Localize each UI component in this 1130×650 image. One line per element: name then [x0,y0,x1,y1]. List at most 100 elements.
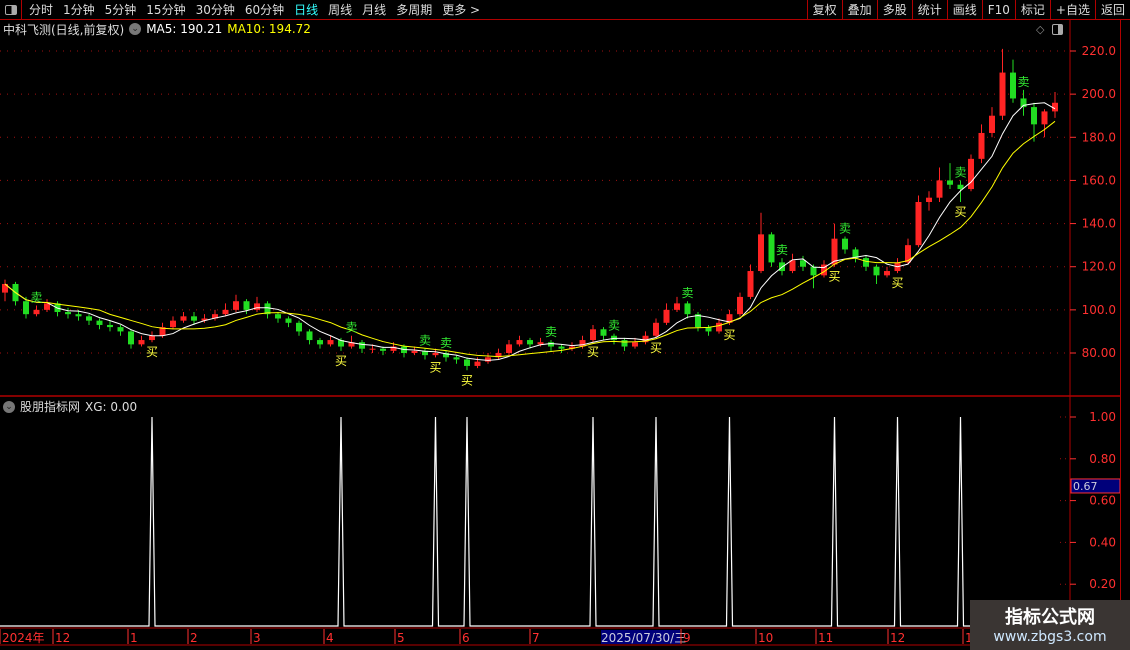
buy-signal: 买 [650,341,662,355]
sell-signal: 卖 [776,243,788,257]
candle-up [737,296,743,315]
candle-up [663,309,670,323]
candle-up [716,322,722,332]
candle-down [75,314,82,317]
candle-up [989,115,995,133]
candle-up [936,180,943,198]
candle-up [516,340,523,345]
candle-down [317,340,323,345]
chart-canvas[interactable]: 220.0 200.0 180.0 160.0 140.0 120.0 100.0 80.00… [0,0,1120,650]
sell-signal: 卖 [1017,75,1029,89]
watermark-title: 指标公式网 [1005,607,1095,628]
candle-up [180,316,187,321]
buy-signal: 买 [891,276,903,290]
candle-down [128,331,134,345]
time-label: 10 [758,631,773,645]
sell-signal: 卖 [419,334,431,348]
candle-down [558,346,565,349]
price-tick-label: 160.0 [1082,173,1116,187]
buy-signal: 买 [954,205,966,219]
xg-signal-line [0,416,1068,627]
sell-signal: 卖 [681,286,693,300]
buy-signal: 买 [828,270,840,284]
side-panel-strip[interactable] [1120,20,1130,630]
time-label: 5 [397,631,405,645]
candle-down [684,303,691,315]
candle-down [23,301,29,315]
indicator-tick-label: 0.80 [1089,452,1116,466]
time-label: 2025/07/30/三 [601,631,686,645]
candle-up [149,335,155,341]
candle-down [275,314,281,319]
current-value-label: 0.67 [1073,480,1098,493]
candle-up [222,309,229,315]
time-label: 1 [130,631,138,645]
candle-down [359,342,365,349]
candle-up [369,348,376,350]
indicator-tick-label: 0.20 [1089,577,1116,591]
time-label: 2024年 [2,631,45,645]
candle-down [453,357,460,360]
candle-down [768,234,775,263]
candle-up [432,353,439,356]
candle-down [306,331,313,341]
candle-up [999,72,1006,116]
candle-down [117,327,124,332]
price-tick-label: 140.0 [1082,217,1116,231]
price-tick-label: 80.00 [1082,346,1116,360]
watermark-url: www.zbgs3.com [993,629,1107,645]
candle-up [978,132,985,159]
candle-down [621,340,628,347]
candle-down [842,238,848,250]
price-tick-label: 180.0 [1082,130,1116,144]
time-label: 12 [55,631,70,645]
sell-signal: 卖 [345,321,357,335]
candle-down [107,324,113,328]
candle-down [285,318,292,323]
candle-down [527,340,533,345]
candle-up [327,340,334,345]
buy-signal: 买 [723,328,735,342]
time-label: 7 [532,631,540,645]
candle-up [474,361,481,366]
time-label: 11 [818,631,833,645]
candle-up [674,303,680,310]
indicator-tick-label: 0.60 [1089,494,1116,508]
sell-signal: 卖 [545,325,557,339]
sell-signal: 卖 [954,165,966,179]
time-label: 6 [462,631,470,645]
candle-up [747,271,754,297]
candle-up [926,197,932,202]
candle-up [653,322,659,336]
candle-up [138,340,145,345]
candle-down [1010,72,1016,99]
candle-down [1031,107,1037,125]
candle-down [548,342,554,347]
buy-signal: 买 [335,354,347,368]
candle-down [873,266,880,276]
candle-down [464,359,470,366]
price-tick-label: 100.0 [1082,303,1116,317]
ma5-line [4,102,1056,361]
candle-up [884,271,890,276]
price-tick-label: 200.0 [1082,87,1116,101]
candle-down [96,320,103,325]
candle-down [380,348,386,351]
sell-signal: 卖 [608,319,620,333]
candle-up [44,303,50,310]
sell-signal: 卖 [440,336,452,350]
candle-up [632,342,638,347]
candle-up [968,158,974,190]
candle-up [33,309,40,315]
buy-signal: 买 [461,373,473,387]
candle-down [243,301,250,310]
time-label: 3 [253,631,261,645]
buy-signal: 买 [429,360,441,374]
sell-signal: 卖 [839,222,851,236]
indicator-tick-label: 0.40 [1089,535,1116,549]
candle-down [191,316,197,321]
time-label: 4 [326,631,334,645]
candle-up [254,303,260,310]
time-label: 9 [683,631,691,645]
price-tick-label: 120.0 [1082,260,1116,274]
